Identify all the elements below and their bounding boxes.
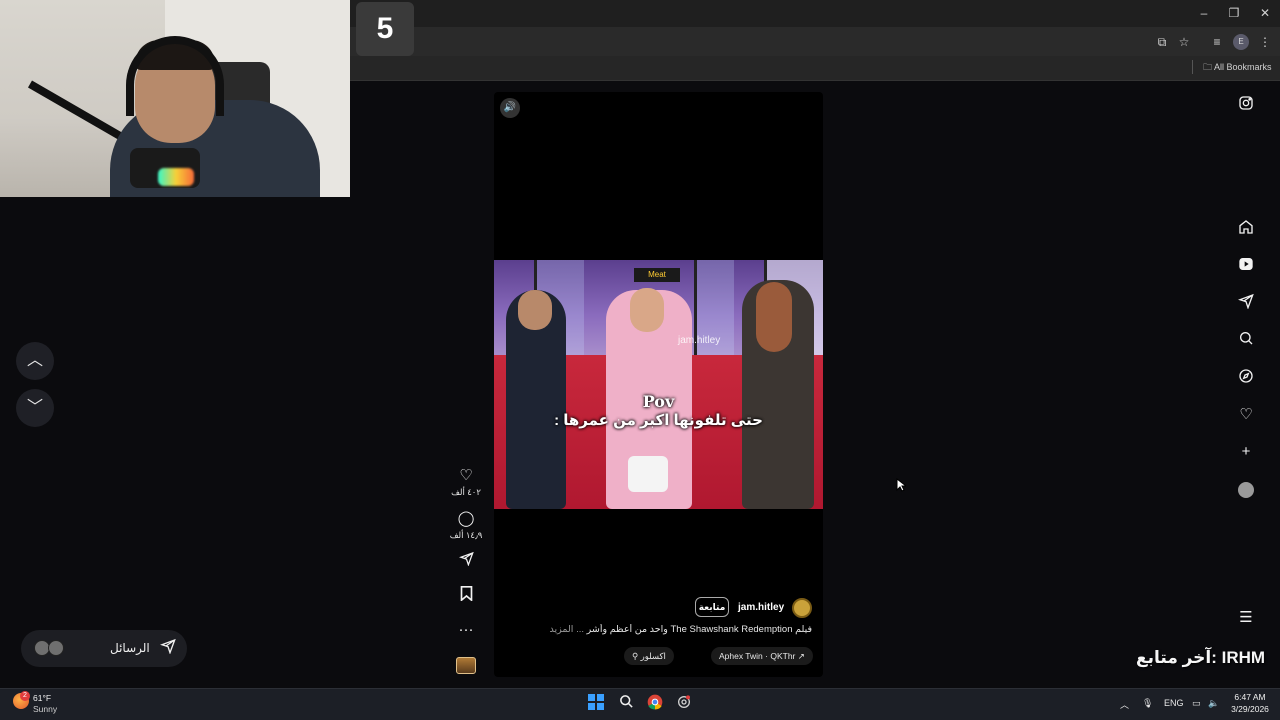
search-icon[interactable] [616,694,636,714]
profile-avatar[interactable] [1238,482,1254,498]
weather-badge: 2 [20,691,30,701]
close-icon[interactable]: ✕ [1255,5,1275,21]
reel-caption[interactable]: فيلم The Shawshank Redemption واحد من أع… [500,624,812,635]
last-follower-overlay: آخر متابع: IRHM [1136,648,1266,667]
avatar [48,640,64,656]
video-person-hair [756,282,792,352]
next-reel-button[interactable]: ﹀ [16,389,54,427]
star-icon[interactable]: ☆ [1176,34,1192,50]
video-watermark: jam.hitley [678,335,721,346]
chrome-icon[interactable] [645,694,665,714]
media-icon[interactable]: ≡ [1209,34,1225,50]
location-label: اكسلور [640,651,666,661]
stream-counter-badge: 5 [356,2,414,56]
taskbar [0,688,1280,720]
author-avatar[interactable] [792,598,812,618]
video-caption-title: Pov [642,392,675,411]
search-icon[interactable] [1236,330,1256,350]
clock-date[interactable]: 3/29/2026 [1226,704,1274,714]
caption-text: فيلم The Shawshank Redemption واحد من أع… [586,624,812,635]
heart-icon[interactable]: ♡ [1236,405,1256,425]
chevron-up-icon[interactable]: ︿ [1120,698,1129,711]
instagram-icon[interactable] [1236,95,1256,115]
more-vert-icon[interactable]: ⋮ [1257,34,1273,50]
weather-condition: Sunny [33,704,58,714]
weather-temp: 61°F [33,693,52,703]
plus-icon[interactable]: + [1236,442,1256,462]
settings-app-icon[interactable] [674,694,694,714]
volume-icon[interactable]: 🔈 [1208,698,1219,709]
video-sign: Meat [634,268,680,282]
reel-video[interactable]: Meat jam.hitley Pov حتى تلفونها اكبر من … [494,260,823,509]
comment-icon[interactable]: ◯ [456,509,476,529]
chevron-down-icon: ﹀ [26,399,43,416]
folder-icon: 🗀 [1203,62,1213,72]
video-caption-subtitle: حتى تلفونها اكبر من عمرها : [554,412,763,429]
heart-icon[interactable]: ♡ [456,466,476,486]
mic-icon[interactable]: 🎙 [1142,698,1153,709]
messages-label: الرسائل [110,641,150,655]
bookmark-icon[interactable] [456,586,476,606]
video-window [694,260,734,370]
home-icon[interactable] [1236,219,1256,239]
author-name[interactable]: jam.hitley [738,602,784,613]
more-horiz-icon[interactable]: ··· [456,620,476,640]
profile-icon[interactable]: E [1233,34,1249,50]
audio-chip[interactable]: Aphex Twin · QKThr ↗ [711,647,813,665]
bookmarks-separator [1192,60,1193,74]
location-pin-icon: ⚲ [632,651,639,661]
install-app-icon[interactable]: ⧉ [1154,34,1170,50]
menu-icon[interactable]: ☰ [1236,608,1256,628]
minimize-icon[interactable]: – [1194,5,1214,21]
caption-more-link[interactable]: ... المزيد [550,624,584,635]
likes-count: ٤٠٢ ألف [451,487,481,497]
browser-toolbar [350,27,1280,56]
audio-thumbnail[interactable] [456,657,476,674]
explore-icon[interactable] [1236,368,1256,388]
clock-time[interactable]: 6:47 AM [1226,692,1274,702]
all-bookmarks-link[interactable]: 🗀 All Bookmarks [1203,60,1272,74]
reels-icon[interactable] [1236,256,1256,276]
speaker-icon: 🔊 [503,102,517,113]
video-person-face [630,288,664,332]
follow-button[interactable]: متابعة [695,597,729,617]
bookmarks-bar [350,56,1280,81]
language-indicator[interactable]: ENG [1164,698,1184,708]
all-bookmarks-label: All Bookmarks [1214,62,1272,72]
video-handbag [628,456,668,492]
windows-start-icon[interactable] [586,694,606,714]
mouse-cursor-icon [896,477,908,497]
restore-icon[interactable]: ❐ [1224,5,1244,21]
video-person-face [518,290,552,330]
location-chip[interactable]: ⚲ اكسلور [624,647,674,665]
send-icon[interactable] [1236,293,1256,313]
share-icon[interactable] [456,551,476,571]
browser-tabstrip [350,0,1280,27]
webcam-overlay [0,0,350,197]
display-icon[interactable]: ▭ [1192,698,1201,709]
chevron-up-icon: ︿ [26,352,43,369]
mute-button[interactable]: 🔊 [500,98,520,118]
comments-count: ١٤٫٩ ألف [449,530,483,540]
previous-reel-button[interactable]: ︿ [16,342,54,380]
webcam-mic-light [158,168,194,186]
send-icon [159,638,176,658]
